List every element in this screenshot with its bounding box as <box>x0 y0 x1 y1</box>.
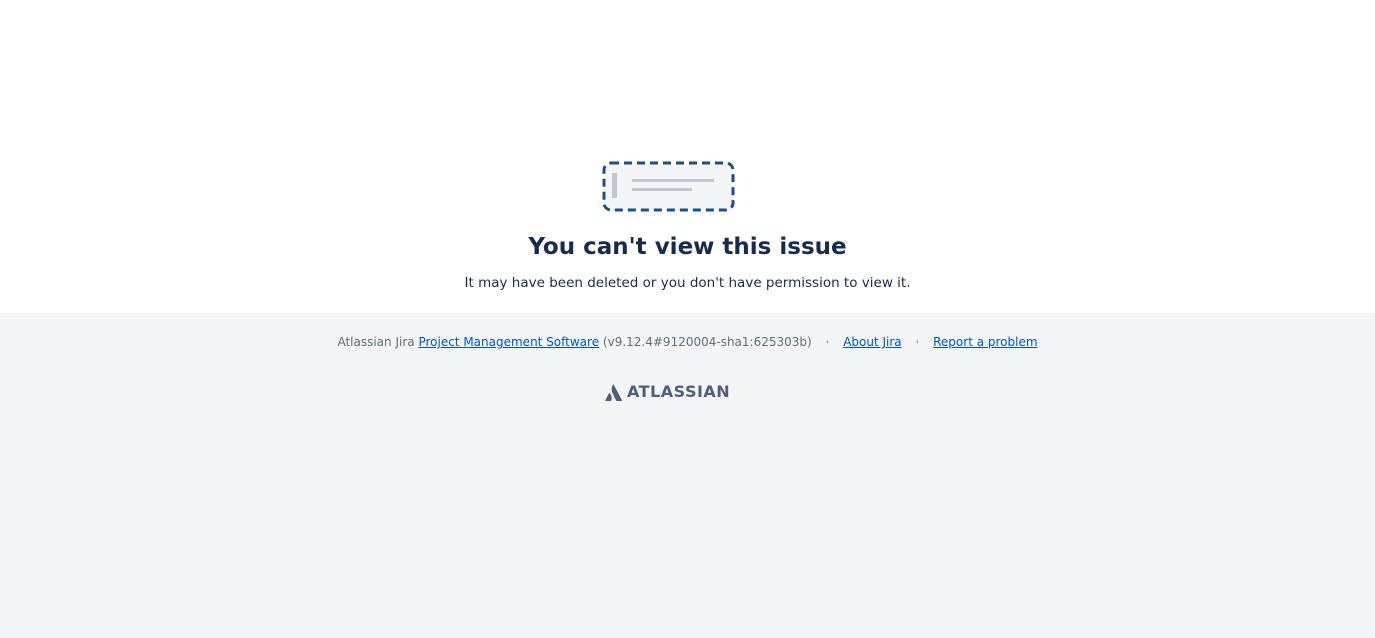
version-text: (v9.12.4#9120004-sha1:625303b) <box>602 335 812 349</box>
footer-prefix: Atlassian Jira <box>337 335 415 349</box>
empty-issue-illustration-icon <box>602 161 735 212</box>
report-problem-link[interactable]: Report a problem <box>933 335 1037 349</box>
atlassian-wordmark: ATLASSIAN <box>627 382 731 401</box>
error-title: You can't view this issue <box>528 234 847 260</box>
footer-links: Atlassian Jira Project Management Softwa… <box>0 333 1375 351</box>
error-message: It may have been deleted or you don't ha… <box>464 275 911 291</box>
atlassian-icon <box>605 383 622 401</box>
footer-separator: · <box>825 335 830 349</box>
main-content: You can't view this issue It may have be… <box>0 0 1375 313</box>
footer-separator: · <box>915 335 920 349</box>
about-jira-link[interactable]: About Jira <box>843 335 901 349</box>
footer: Atlassian Jira Project Management Softwa… <box>0 313 1375 638</box>
atlassian-logo[interactable]: ATLASSIAN <box>605 382 730 402</box>
project-management-software-link[interactable]: Project Management Software <box>418 335 599 349</box>
